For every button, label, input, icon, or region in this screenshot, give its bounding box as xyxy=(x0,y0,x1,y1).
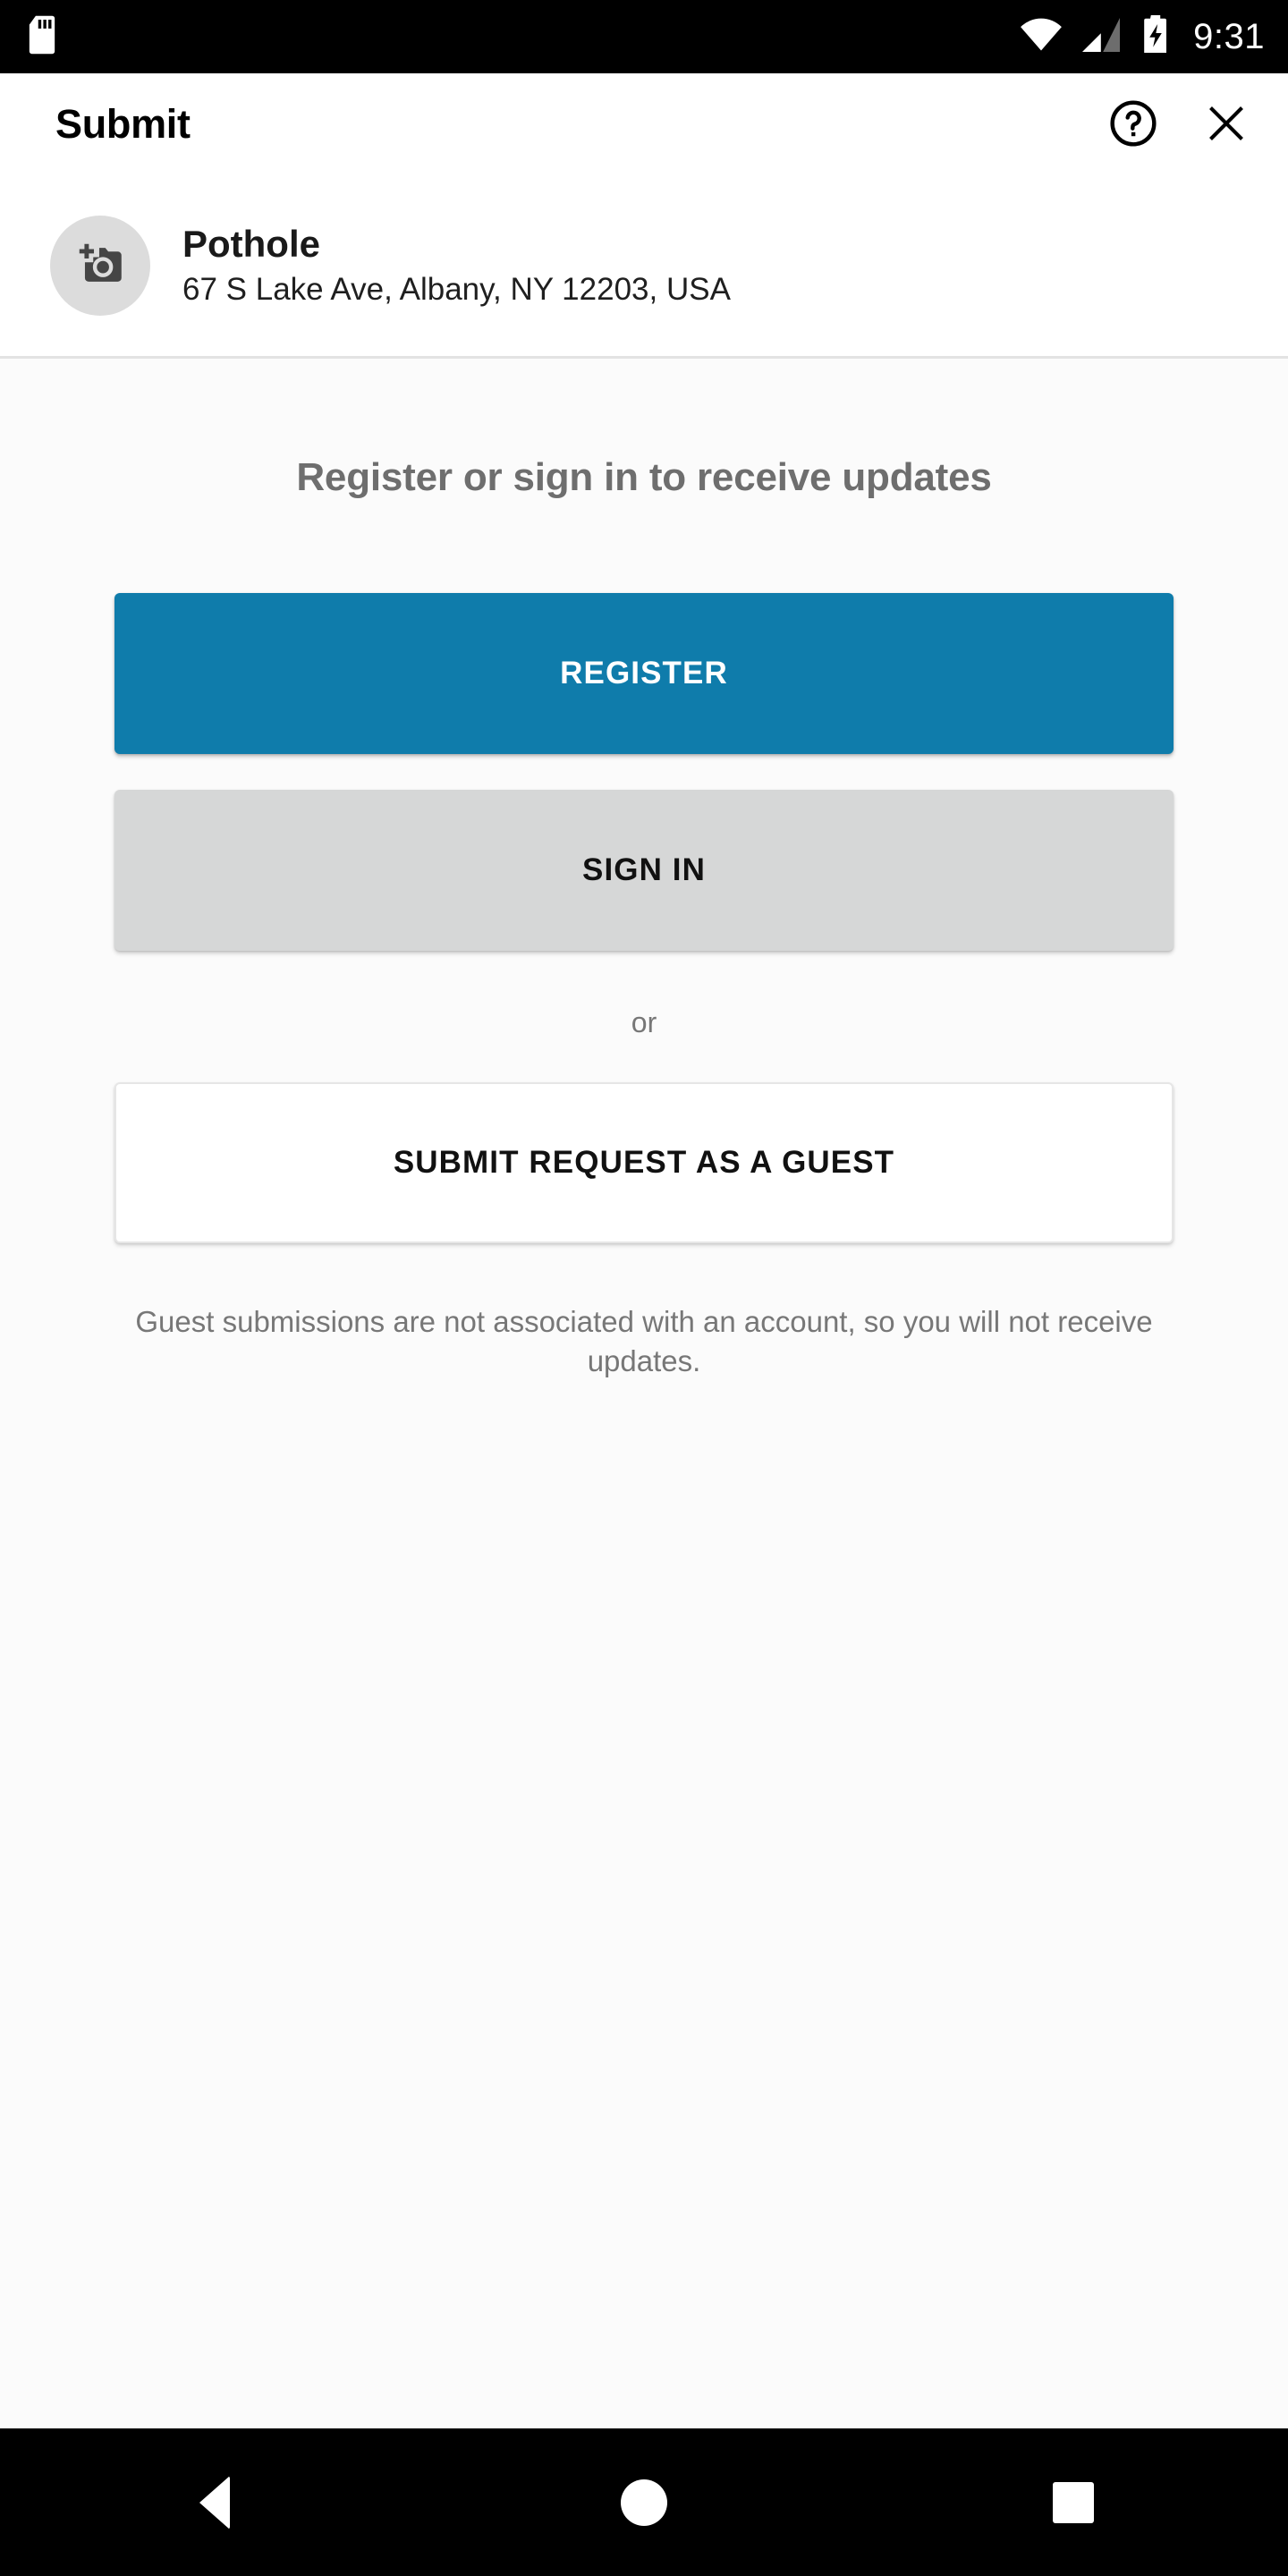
request-summary-text: Pothole 67 S Lake Ave, Albany, NY 12203,… xyxy=(182,222,731,308)
add-a-photo-icon xyxy=(72,236,128,296)
status-bar-right: 9:31 xyxy=(1020,14,1265,59)
submit-as-guest-button[interactable]: SUBMIT REQUEST AS A GUEST xyxy=(114,1082,1174,1243)
back-triangle-icon xyxy=(199,2475,230,2529)
nav-recents-button[interactable] xyxy=(993,2428,1154,2576)
close-icon xyxy=(1203,100,1250,149)
photo-thumbnail-button[interactable] xyxy=(50,216,150,316)
android-nav-bar xyxy=(0,2428,1288,2576)
request-summary-row[interactable]: Pothole 67 S Lake Ave, Albany, NY 12203,… xyxy=(0,175,1288,356)
guest-disclaimer-text: Guest submissions are not associated wit… xyxy=(135,1305,1153,1377)
home-circle-icon xyxy=(621,2479,667,2526)
request-address: 67 S Lake Ave, Albany, NY 12203, USA xyxy=(182,271,731,307)
status-bar-clock: 9:31 xyxy=(1193,17,1265,56)
request-title: Pothole xyxy=(182,222,320,265)
wifi-icon xyxy=(1020,18,1063,56)
app-bar: Submit xyxy=(0,73,1288,175)
page-title: Submit xyxy=(55,101,191,147)
or-separator-label: or xyxy=(631,1006,657,1038)
nav-home-button[interactable] xyxy=(564,2428,724,2576)
status-bar: 9:31 xyxy=(0,0,1288,73)
cellular-signal-icon xyxy=(1082,17,1122,56)
recents-square-icon xyxy=(1053,2481,1094,2523)
help-button[interactable] xyxy=(1104,95,1163,154)
status-bar-left xyxy=(27,15,57,59)
help-circle-icon xyxy=(1108,98,1158,151)
app-bar-actions xyxy=(1104,95,1256,154)
auth-prompt-heading: Register or sign in to receive updates xyxy=(296,455,992,499)
sd-card-icon xyxy=(27,15,57,59)
app-screen: 9:31 Submit Pothole 67 S Lake Ave, Alban… xyxy=(0,0,1288,2576)
main-content: Register or sign in to receive updates R… xyxy=(0,359,1288,2428)
nav-back-button[interactable] xyxy=(134,2428,295,2576)
battery-charging-icon xyxy=(1141,14,1170,59)
sign-in-button[interactable]: SIGN IN xyxy=(114,790,1174,951)
register-button[interactable]: REGISTER xyxy=(114,593,1174,754)
close-button[interactable] xyxy=(1197,95,1256,154)
